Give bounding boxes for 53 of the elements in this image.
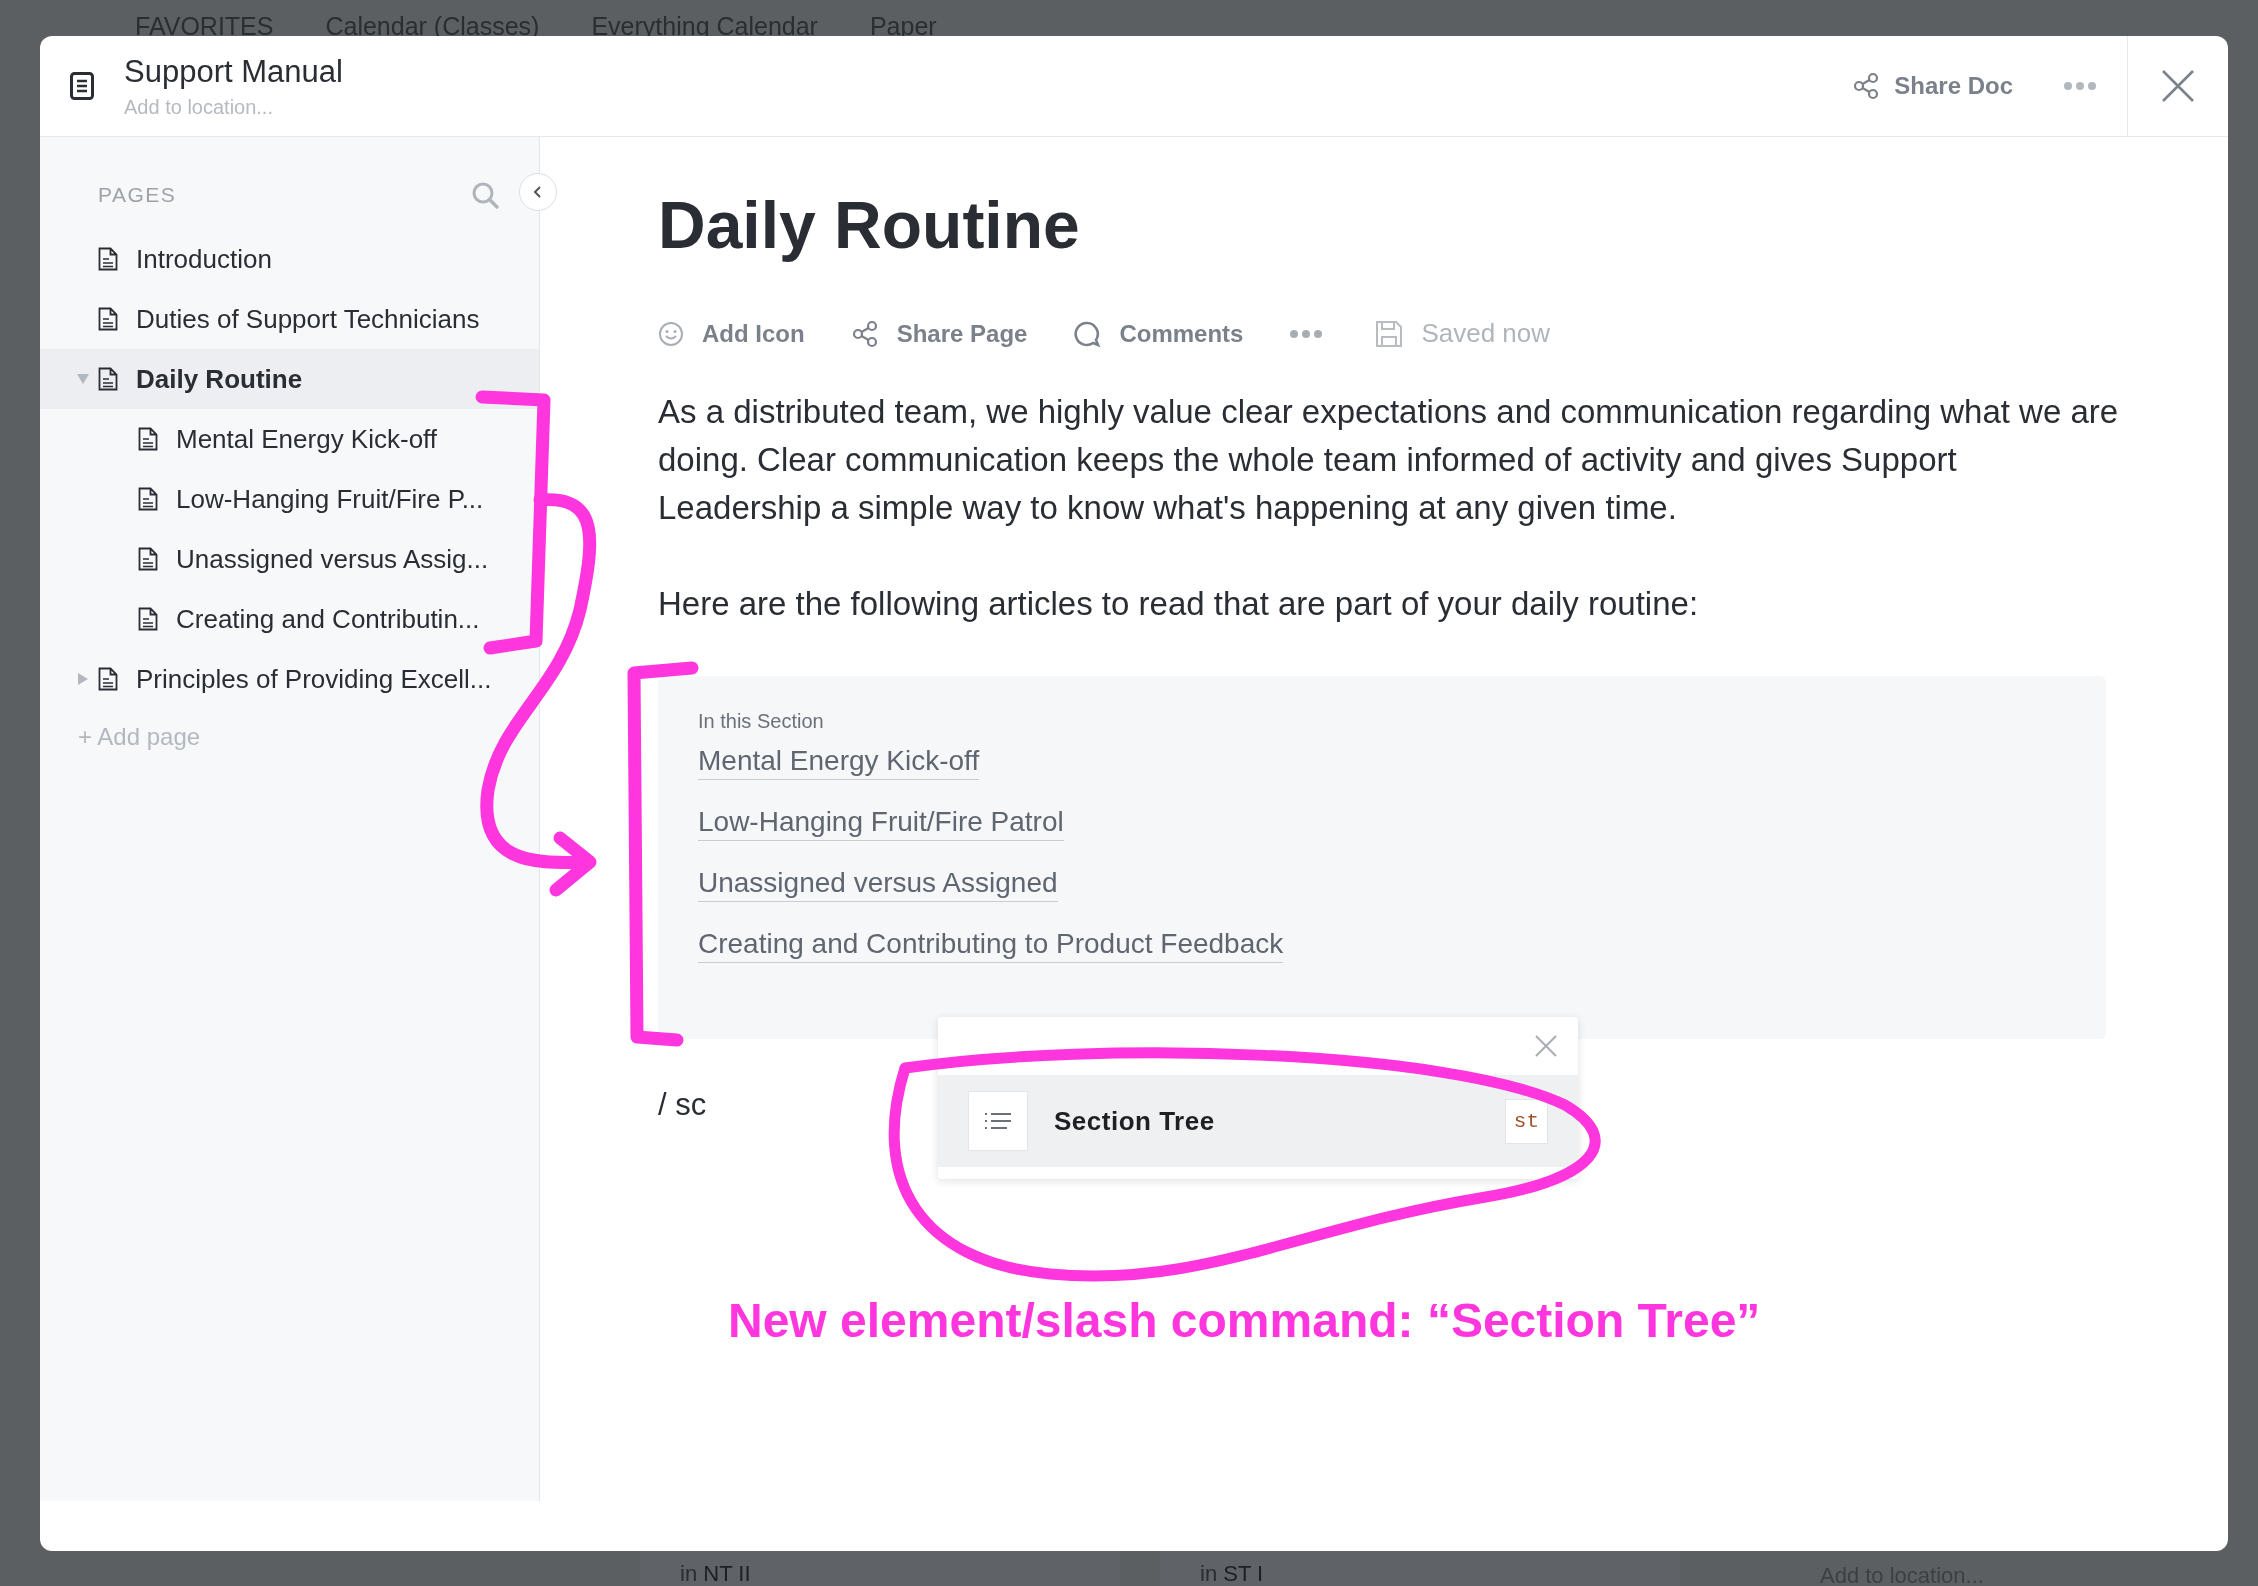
- section-heading: In this Section: [698, 709, 824, 733]
- smiley-icon: [658, 320, 684, 347]
- page-item[interactable]: Duties of Support Technicians: [40, 289, 539, 349]
- section-link[interactable]: Mental Energy Kick-off: [698, 742, 980, 780]
- close-icon[interactable]: [2161, 69, 2195, 103]
- comment-icon: [1073, 319, 1102, 348]
- modal-title: Support Manual: [124, 53, 344, 90]
- editor-input[interactable]: / sc: [658, 1086, 707, 1122]
- document-icon: [70, 72, 94, 100]
- more-icon[interactable]: [1289, 328, 1324, 339]
- command-item[interactable]: Section Tree st: [938, 1075, 1578, 1167]
- share-icon: [850, 319, 879, 348]
- paragraph: Here are the following articles to read that are part of your daily routine:: [658, 583, 1700, 624]
- search-icon[interactable]: [471, 181, 499, 209]
- page-item[interactable]: Mental Energy Kick-off: [40, 409, 539, 469]
- shortcut-key: st: [1504, 1098, 1548, 1144]
- page-icon: [98, 307, 118, 331]
- close-icon[interactable]: [1534, 1034, 1558, 1058]
- document-title: Daily Routine: [658, 189, 1081, 262]
- save-icon: [1375, 319, 1404, 348]
- share-page-button[interactable]: Share Page: [850, 319, 1028, 348]
- share-doc-button[interactable]: Share Doc: [1852, 72, 2013, 100]
- section-link[interactable]: Low-Hanging Fruit/Fire Patrol: [698, 803, 1064, 841]
- page-item[interactable]: Introduction: [40, 229, 539, 289]
- page-icon: [138, 427, 158, 451]
- page-icon: [138, 607, 158, 631]
- page-icon: [98, 667, 118, 691]
- section-link[interactable]: Unassigned versus Assigned: [698, 864, 1058, 902]
- more-icon[interactable]: [2063, 81, 2097, 91]
- paragraph: As a distributed team, we highly value clear expectations and communication regarding what we are doing. Clear communication keeps the whole team informed of activity and gives Support Leadership a simple way to know what's happening at any given time.: [658, 391, 2120, 528]
- card-location: in NT II: [680, 1561, 751, 1586]
- annotation-text: New element/slash command: “Section Tree”: [728, 1292, 1762, 1348]
- caret-icon[interactable]: [77, 672, 89, 686]
- page-icon: [98, 247, 118, 271]
- sidebar-heading: PAGES: [98, 183, 177, 207]
- section-link[interactable]: Creating and Contributing to Product Feedback: [698, 925, 1284, 963]
- page-icon: [98, 367, 118, 391]
- page-item[interactable]: Creating and Contributin...: [40, 589, 539, 649]
- caret-icon[interactable]: [76, 373, 90, 385]
- share-icon: [1852, 72, 1881, 100]
- page-icon: [138, 547, 158, 571]
- page-item[interactable]: Principles of Providing Excell...: [40, 649, 539, 709]
- list-icon: [968, 1091, 1028, 1151]
- command-label: Section Tree: [1054, 1105, 1216, 1137]
- add-icon-button[interactable]: Add Icon: [658, 319, 805, 348]
- comments-button[interactable]: Comments: [1073, 319, 1244, 348]
- page-item[interactable]: Daily Routine: [40, 349, 539, 409]
- page-item[interactable]: Low-Hanging Fruit/Fire P...: [40, 469, 539, 529]
- save-status: Saved now: [1375, 318, 1551, 350]
- page-icon: [138, 487, 158, 511]
- card-location: in ST I: [1200, 1561, 1264, 1586]
- collapse-sidebar-button[interactable]: [519, 173, 557, 211]
- page-item[interactable]: Unassigned versus Assig...: [40, 529, 539, 589]
